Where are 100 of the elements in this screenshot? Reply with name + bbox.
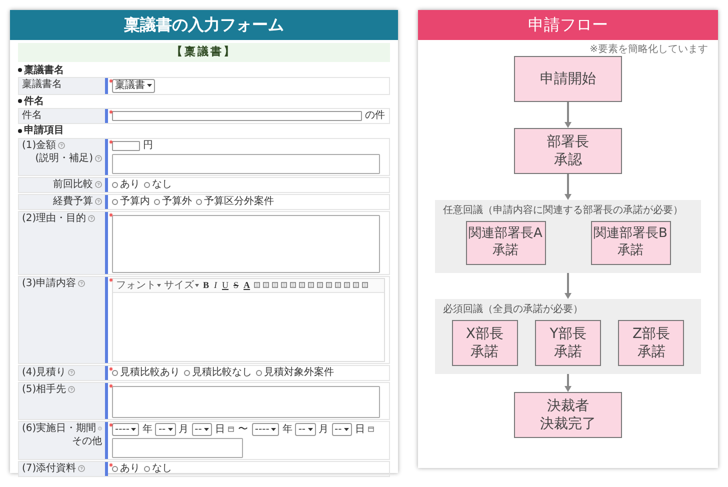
select-field[interactable]: -- [295,422,316,436]
field-label: 稟議書名 [22,79,62,91]
step-text: 承諾 [618,243,644,260]
text-area[interactable] [112,386,380,418]
toolbar-icon [353,282,360,288]
panel-title: 稟議書の入力フォーム [10,10,398,40]
radio-button[interactable] [184,370,190,376]
date-unit: 日 [214,424,225,436]
caret-icon [195,284,199,287]
toolbar-icon [254,282,260,288]
radio-button[interactable] [196,198,202,205]
step-text: 承諾 [492,243,518,260]
text-area[interactable] [112,214,380,273]
step-text: 決裁完了 [540,415,596,434]
caret-icon [204,428,209,431]
arrow [564,102,572,128]
field-label: (6)実施日・期間 [22,422,96,434]
other-field[interactable] [112,438,244,458]
caret-icon [157,284,161,287]
radio-label: 予算内 [120,196,150,208]
field-label: 前回比較 [53,178,93,190]
caret-icon [344,428,349,431]
step-text: 承認 [554,151,582,170]
radio-button[interactable] [256,370,262,376]
select-field[interactable]: -- [332,422,352,436]
toolbar-select[interactable]: サイズ [164,280,199,292]
calendar-icon [228,426,234,432]
section-title: 件名 [24,96,44,108]
step-text: 申請開始 [540,70,596,88]
date-unit: 日 [354,424,365,436]
rich-text-editor[interactable]: フォント サイズ B I U S A [112,278,385,362]
toolbar-icon [326,282,332,288]
panel-title: 申請フロー [418,10,718,40]
toolbar-icon [308,282,314,288]
toolbar-icon [344,282,350,288]
step-text: 承諾 [470,343,499,362]
format-button[interactable]: I [213,280,218,291]
radio-button[interactable] [154,198,160,205]
amount-field[interactable] [112,140,140,151]
radio-label: 見積比較あり [120,366,180,378]
group-title: 必須回議（全員の承諾が必要） [443,302,584,316]
field-label: (説明・補足) [35,153,93,165]
format-button[interactable]: S [232,280,240,291]
date-unit: 月 [318,424,329,436]
caret-icon [147,84,152,88]
step-text: 関連部署長B [594,226,668,243]
caret-icon [131,428,136,431]
caret-icon [168,428,173,431]
select-field[interactable]: 稟議書 [112,79,155,93]
field-suffix: 円 [143,140,153,152]
field-label: (2)理由・目的 [22,212,86,224]
radio-button[interactable] [112,198,118,205]
toolbar-icon [335,282,342,288]
caret-icon [271,428,276,431]
select-field[interactable]: -- [192,422,212,436]
radio-label: 見積対象外案件 [264,366,334,378]
arrow [564,374,572,392]
toolbar-select[interactable]: フォント [116,280,161,292]
field-label: 経費予算 [53,196,93,208]
step-text: 決裁者 [547,396,589,415]
radio-label: あり [120,178,140,190]
radio-label: 見積比較なし [192,366,252,378]
form-heading: 【稟議書】 [18,43,390,62]
step-text: 承諾 [637,343,666,362]
radio-button[interactable] [144,466,150,472]
toolbar-icon [263,282,270,288]
radio-button[interactable] [112,370,118,376]
date-unit: 月 [178,424,189,436]
format-button[interactable]: B [202,280,210,291]
radio-button[interactable] [112,466,118,472]
select-field[interactable]: ---- [112,422,140,436]
group-title: 任意回議（申請内容に関連する部署長の承諾が必要） [443,204,684,217]
date-unit: 年 [282,424,292,436]
toolbar-icon [317,282,324,288]
field-label: その他 [72,436,102,448]
step-text: 承諾 [554,343,582,362]
radio-button[interactable] [144,182,150,188]
calendar-icon [368,426,374,432]
bullet-icon [18,68,22,72]
format-button[interactable]: U [221,280,230,291]
toolbar-icon [299,282,306,288]
select-field[interactable]: ---- [252,422,280,436]
section-title: 稟議書名 [24,64,64,76]
toolbar-icon [272,282,278,288]
field-label: (3)申請内容 [22,278,76,290]
format-button[interactable]: A [242,280,252,291]
bullet-icon [18,128,22,133]
arrow [564,174,572,200]
step-text: X部長 [466,324,504,343]
note-field[interactable] [112,154,380,174]
subject-field[interactable] [112,111,362,122]
range-separator: 〜 [238,424,248,436]
radio-label: なし [152,463,172,475]
field-label: (1)金額 [22,140,56,152]
select-field[interactable]: -- [155,422,176,436]
radio-button[interactable] [112,182,118,188]
field-label: 件名 [22,110,42,122]
radio-label: あり [120,463,140,475]
field-suffix: の件 [365,110,385,122]
bullet-icon [18,99,22,104]
